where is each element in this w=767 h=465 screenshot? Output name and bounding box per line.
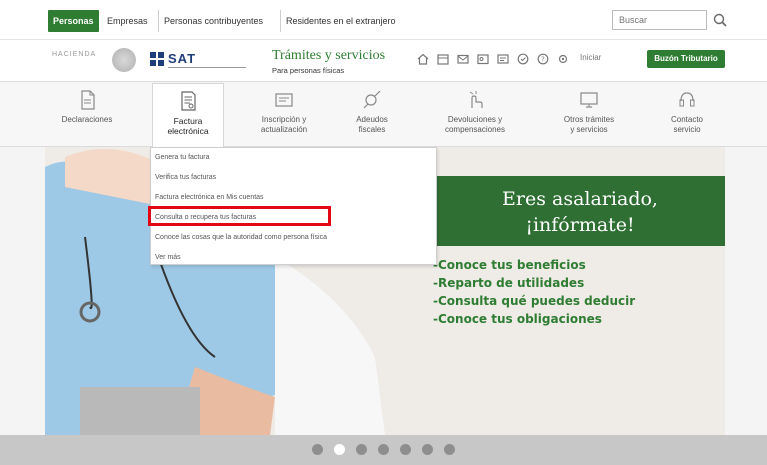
hero-bullet: -Conoce tus obligaciones (433, 312, 602, 326)
page: Personas Empresas Personas contribuyente… (0, 0, 767, 465)
carousel-dot-1[interactable] (312, 444, 323, 455)
tab-personas-contribuyentes[interactable]: Personas contribuyentes (158, 10, 268, 32)
debt-icon (363, 90, 381, 109)
buzon-tributario-button[interactable]: Buzón Tributario (647, 50, 725, 68)
search-input[interactable] (612, 10, 707, 30)
calendar-icon[interactable] (436, 52, 450, 66)
main-nav: Declaraciones Factura electrónica Inscrip… (0, 83, 767, 149)
search-icon[interactable] (710, 10, 732, 30)
tab-personas[interactable]: Personas (48, 10, 99, 32)
help-icon[interactable]: ? (536, 52, 550, 66)
promo-subheadline: ¡infórmate! (525, 214, 635, 236)
header-subtitle: Para personas físicas (272, 66, 345, 75)
sat-wordmark: SAT (168, 51, 197, 66)
home-icon[interactable] (416, 52, 430, 66)
menu-item-genera-factura[interactable]: Genera tu factura (155, 151, 209, 165)
login-link[interactable]: Iniciar (580, 53, 601, 62)
promo-box: Eres asalariado, ¡infórmate! (435, 176, 725, 246)
hero-bullet: -Reparto de utilidades (433, 276, 585, 290)
nav-label-devoluciones: Devoluciones y compensaciones (444, 115, 506, 134)
phone-icon[interactable] (496, 52, 510, 66)
contact-icon[interactable] (476, 52, 490, 66)
nav-label-contacto: Contacto servicio (670, 115, 704, 134)
chat-icon[interactable] (516, 52, 530, 66)
carousel-dot-3[interactable] (356, 444, 367, 455)
nav-label-inscripcion: Inscripción y actualización (260, 115, 308, 134)
settings-icon[interactable] (556, 52, 570, 66)
carousel-dot-4[interactable] (378, 444, 389, 455)
carousel-dot-7[interactable] (444, 444, 455, 455)
services-icon (580, 92, 598, 108)
site-header: HACIENDA SAT Trámites y servicios Para p… (0, 40, 767, 82)
invoice-icon (181, 91, 196, 111)
nav-item-declaraciones[interactable]: Declaraciones (55, 83, 119, 147)
refund-icon (469, 91, 483, 108)
menu-item-conoce-autoridad[interactable]: Conoce las cosas que la autoridad como p… (155, 231, 327, 245)
mail-icon[interactable] (456, 52, 470, 66)
nav-item-factura-electronica[interactable]: Factura electrónica (152, 83, 224, 149)
carousel-dot-6[interactable] (422, 444, 433, 455)
top-bar: Personas Empresas Personas contribuyente… (0, 0, 767, 40)
nav-item-devoluciones[interactable]: Devoluciones y compensaciones (430, 83, 520, 147)
carousel-bar (0, 435, 767, 465)
contact-icon (679, 92, 695, 107)
nav-item-inscripcion[interactable]: Inscripción y actualización (245, 83, 323, 147)
header-title[interactable]: Trámites y servicios (272, 48, 385, 64)
promo-headline: Eres asalariado, (502, 188, 658, 210)
seal-logo (112, 48, 136, 72)
registration-icon (275, 93, 293, 107)
carousel-dot-5[interactable] (400, 444, 411, 455)
tab-residentes-extranjero[interactable]: Residentes en el extranjero (280, 10, 401, 32)
nav-item-contacto[interactable]: Contacto servicio (655, 83, 719, 147)
nav-label-declaraciones: Declaraciones (61, 115, 113, 124)
nav-label-factura-electronica: Factura electrónica (167, 116, 209, 136)
menu-item-factura-mis-cuentas[interactable]: Factura electrónica en Mis cuentas (155, 191, 264, 205)
nav-label-otros-tramites: Otros trámites y servicios (563, 115, 615, 134)
factura-dropdown-menu: Genera tu factura Verifica tus facturas … (148, 147, 437, 265)
document-icon (81, 90, 95, 110)
carousel-dot-2[interactable] (334, 444, 345, 455)
menu-item-verifica-facturas[interactable]: Verifica tus facturas (155, 171, 216, 185)
hacienda-logo[interactable]: HACIENDA (52, 50, 102, 72)
highlight-box (148, 206, 331, 226)
nav-label-adeudos: Adeudos fiscales (356, 115, 388, 134)
sat-logo[interactable]: SAT (148, 49, 248, 71)
nav-item-otros-tramites[interactable]: Otros trámites y servicios (548, 83, 630, 147)
nav-item-adeudos[interactable]: Adeudos fiscales (340, 83, 404, 147)
svg-text:?: ? (541, 56, 545, 64)
hero-bullet: -Consulta qué puedes deducir (433, 294, 636, 308)
hero-bullet: -Conoce tus beneficios (433, 258, 586, 272)
menu-item-ver-mas[interactable]: Ver más (155, 251, 181, 265)
tab-empresas[interactable]: Empresas (102, 10, 153, 32)
